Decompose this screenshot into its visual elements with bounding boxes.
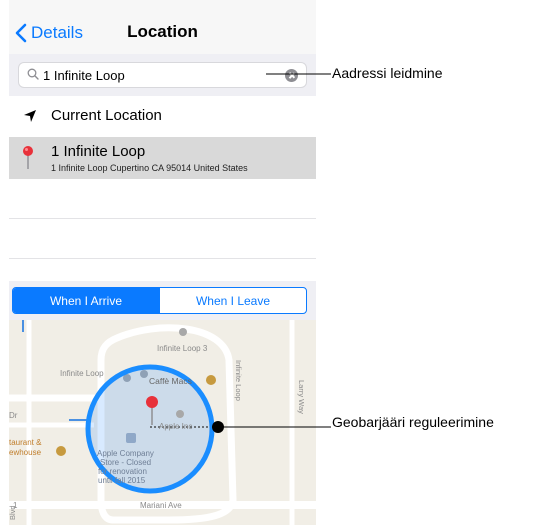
location-arrow-icon xyxy=(24,110,36,122)
map-label: Infinite Loop xyxy=(60,369,104,378)
result-title: 1 Infinite Loop xyxy=(51,143,146,160)
map-pin-icon xyxy=(23,146,33,169)
phone-screen: Details Location 1 Infinite Loop Current… xyxy=(9,0,316,525)
current-location-label: Current Location xyxy=(51,107,162,124)
map-label: for renovation xyxy=(98,467,147,476)
map-label: Apple Company xyxy=(97,449,154,458)
callout-geofence-label: Geobarjääri reguleerimine xyxy=(332,414,494,430)
result-subtitle: 1 Infinite Loop Cupertino CA 95014 Unite… xyxy=(51,163,248,173)
search-result-row[interactable]: 1 Infinite Loop 1 Infinite Loop Cupertin… xyxy=(9,137,316,179)
map-label: Dr xyxy=(9,411,18,420)
navigation-bar: Details Location xyxy=(9,0,316,54)
map-view[interactable]: Infinite Loop 3 Infinite Loop Caffè Macs… xyxy=(9,320,316,525)
empty-row xyxy=(9,219,316,259)
map-label: Mariani Ave xyxy=(140,501,182,510)
map-label: Apple Inc xyxy=(159,422,192,431)
page-title: Location xyxy=(127,22,198,41)
map-label: 1 xyxy=(13,501,18,510)
map-label: Infinite Loop xyxy=(234,360,243,401)
search-field[interactable]: 1 Infinite Loop xyxy=(18,62,307,88)
poi-icon xyxy=(179,328,187,336)
map-label: taurant & xyxy=(9,438,42,447)
map-label: Caffè Macs xyxy=(149,376,192,386)
map-label: ewhouse xyxy=(9,448,42,457)
empty-row xyxy=(9,179,316,219)
restaurant-icon xyxy=(56,446,66,456)
empty-row xyxy=(9,259,316,281)
cafe-icon xyxy=(206,375,216,385)
map-label: until fall 2015 xyxy=(98,476,146,485)
geofence-radius-handle[interactable] xyxy=(212,421,224,433)
segment-when-i-leave[interactable]: When I Leave xyxy=(159,288,306,313)
store-icon xyxy=(126,433,136,443)
segment-when-i-arrive[interactable]: When I Arrive xyxy=(13,288,159,313)
map-label: Store - Closed xyxy=(100,458,151,467)
clear-icon[interactable] xyxy=(285,69,298,82)
search-icon xyxy=(27,68,39,80)
map-label: Infinite Loop 3 xyxy=(157,344,208,353)
callout-search-label: Aadressi leidmine xyxy=(332,65,443,81)
poi-icon xyxy=(176,410,184,418)
search-input[interactable]: 1 Infinite Loop xyxy=(43,68,125,83)
map-pin-head xyxy=(146,396,158,408)
arrive-leave-segmented-control: When I Arrive When I Leave xyxy=(12,287,307,314)
map-label: Larry Way xyxy=(297,380,306,414)
current-location-row[interactable]: Current Location xyxy=(9,96,316,138)
